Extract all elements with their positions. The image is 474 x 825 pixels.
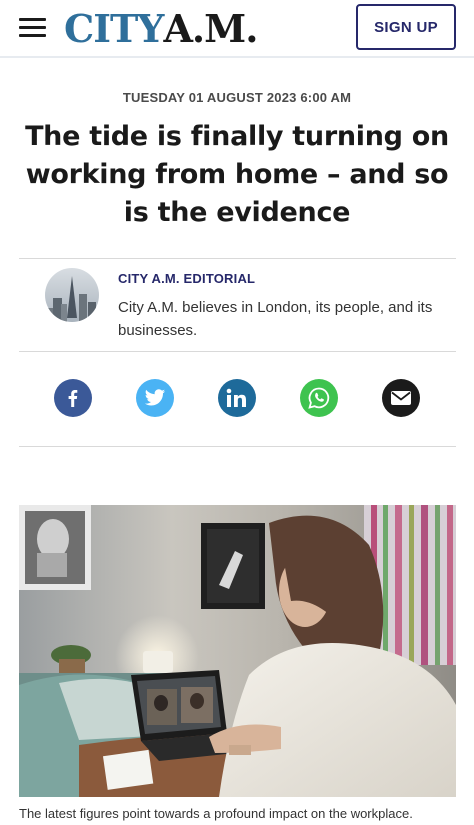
share-facebook-button[interactable] xyxy=(54,379,92,417)
twitter-icon xyxy=(144,389,166,406)
share-bar xyxy=(0,379,474,419)
logo-city-text: CITY xyxy=(64,6,164,51)
facebook-icon xyxy=(68,390,78,407)
article-dateline: TUESDAY 01 AUGUST 2023 6:00 AM xyxy=(122,90,352,105)
hamburger-menu-icon[interactable] xyxy=(19,18,46,38)
article-headline: The tide is finally turning on working f… xyxy=(25,121,449,228)
email-icon xyxy=(391,391,411,405)
author-name-link[interactable]: CITY A.M. EDITORIAL xyxy=(118,271,255,286)
sign-up-button[interactable]: SIGN UP xyxy=(356,4,456,50)
share-email-button[interactable] xyxy=(382,379,420,417)
divider xyxy=(19,446,456,447)
divider xyxy=(19,351,456,352)
author-avatar[interactable] xyxy=(45,268,99,322)
share-twitter-button[interactable] xyxy=(136,379,174,417)
share-whatsapp-button[interactable] xyxy=(300,379,338,417)
site-logo[interactable]: CITY A.M. xyxy=(64,6,258,51)
author-bio: City A.M. believes in London, its people… xyxy=(118,299,433,339)
site-header: CITY A.M. SIGN UP xyxy=(0,0,474,58)
image-caption: The latest figures point towards a profo… xyxy=(19,806,413,821)
share-linkedin-button[interactable] xyxy=(218,379,256,417)
logo-am-text: A.M. xyxy=(163,6,258,51)
whatsapp-icon xyxy=(308,387,330,409)
linkedin-icon xyxy=(226,388,246,407)
divider xyxy=(19,258,456,259)
article-lead-image xyxy=(19,505,456,797)
